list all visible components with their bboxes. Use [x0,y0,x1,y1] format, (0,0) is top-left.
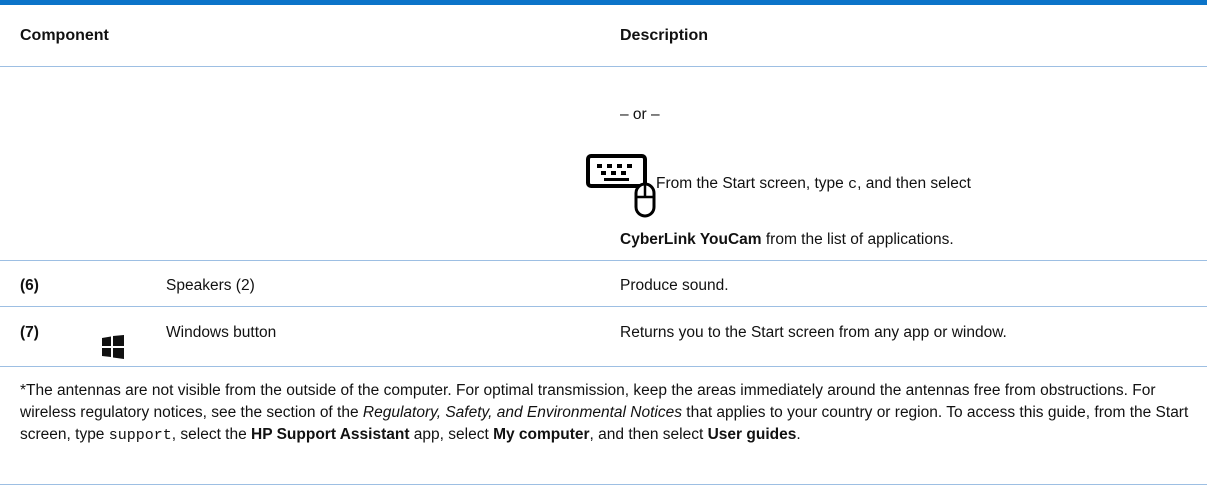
app-selection-line: CyberLink YouCam from the list of applic… [620,231,954,249]
row-description: Returns you to the Start screen from any… [620,324,1007,341]
typed-char: c [848,176,858,193]
footnote-divider [0,484,1207,485]
header-description: Description [620,27,709,44]
keyboard-mouse-icon [586,154,656,218]
footnote-text: , and then select [589,426,708,443]
app-name: CyberLink YouCam [620,231,762,248]
footnote-typed-word: support [108,427,172,444]
footnote-app-name: HP Support Assistant [251,426,410,443]
footnote-text: app, select [409,426,494,443]
instruction-suffix: , and then select [857,175,971,192]
row-description: Produce sound. [620,277,729,294]
windows-logo-icon [102,335,124,359]
row-component: Windows button [166,324,277,341]
header-component: Component [20,27,109,44]
or-separator: – or – [620,106,660,123]
row-divider [0,306,1207,307]
antenna-footnote: *The antennas are not visible from the o… [20,380,1190,447]
footnote-user-guides: User guides [707,426,797,443]
row-component: Speakers (2) [166,277,255,294]
row-divider [0,366,1207,367]
footnote-my-computer: My computer [493,426,590,443]
table-header: Component Description [0,5,1207,66]
app-suffix: from the list of applications. [761,231,954,248]
footnote-text: . [796,426,801,443]
header-divider [0,66,1207,67]
footnote-doc-title: Regulatory, Safety, and Environmental No… [362,404,682,421]
instruction-prefix: From the Start screen, type [656,175,849,192]
footnote-text: , select the [171,426,252,443]
row-divider [0,260,1207,261]
row-number: (6) [20,277,39,294]
start-screen-instruction: From the Start screen, type c, and then … [656,175,971,193]
row-number: (7) [20,324,39,341]
